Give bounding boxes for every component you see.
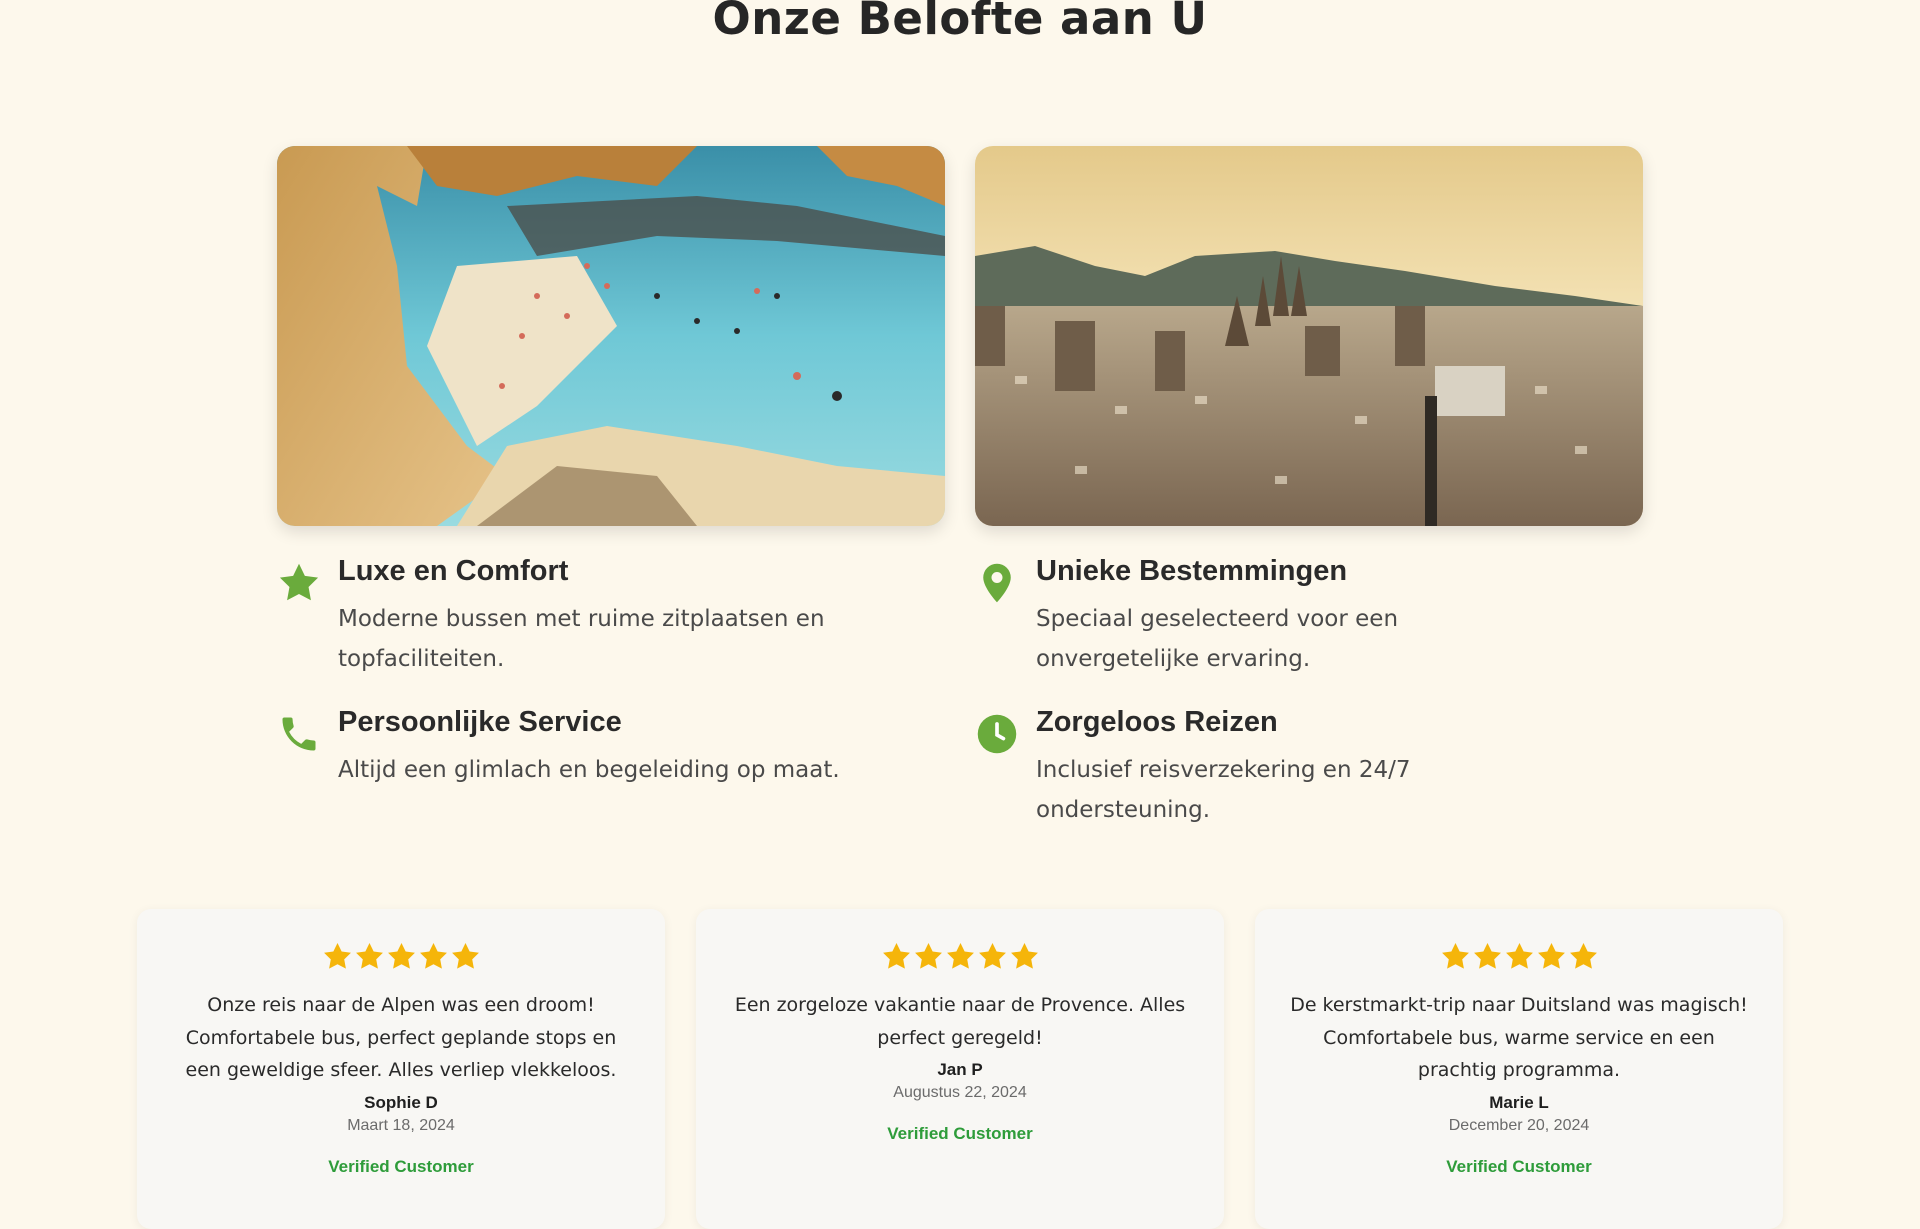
- phone-icon: [282, 717, 316, 751]
- review-text: Een zorgeloze vakantie naar de Provence.…: [734, 994, 1186, 1049]
- feature-title: Luxe en Comfort: [338, 555, 569, 587]
- star-icon: [1505, 942, 1533, 969]
- star-icon: [1569, 942, 1597, 969]
- star-icon: [355, 942, 383, 969]
- review-text: Onze reis naar de Alpen was een droom! C…: [185, 994, 617, 1081]
- reviewer-name: Marie L: [1489, 1092, 1549, 1112]
- star-icon: [419, 942, 447, 969]
- verified-badge: Verified Customer: [328, 1156, 474, 1176]
- review-card: De kerstmarkt-trip naar Duitsland was ma…: [1255, 909, 1783, 1229]
- star-icon: [914, 942, 942, 969]
- feature-description: Altijd een glimlach en begeleiding op ma…: [338, 757, 840, 783]
- reviewer-name: Jan P: [937, 1060, 983, 1079]
- review-text: De kerstmarkt-trip naar Duitsland was ma…: [1290, 994, 1748, 1081]
- star-rating: [1255, 941, 1783, 975]
- beach-cove-photo: [277, 146, 945, 526]
- map-pin-icon: [983, 563, 1011, 603]
- feature-title: Persoonlijke Service: [338, 706, 622, 738]
- verified-badge: Verified Customer: [887, 1124, 1033, 1143]
- star-rating: [696, 941, 1224, 975]
- review-card: Onze reis naar de Alpen was een droom! C…: [137, 909, 665, 1229]
- star-rating: [137, 941, 665, 975]
- review-date: Augustus 22, 2024: [893, 1084, 1027, 1101]
- star-icon: [323, 942, 351, 969]
- star-icon: [1537, 942, 1565, 969]
- section-title: Onze Belofte aan U: [712, 0, 1208, 45]
- review-card: Een zorgeloze vakantie naar de Provence.…: [696, 909, 1224, 1229]
- feature-description: Moderne bussen met ruime zitplaatsen en …: [338, 606, 825, 672]
- city-skyline-photo: [975, 146, 1643, 526]
- star-icon: [279, 563, 319, 601]
- star-icon: [1473, 942, 1501, 969]
- star-icon: [387, 942, 415, 969]
- star-icon: [978, 942, 1006, 969]
- feature-description: Inclusief reisverzekering en 24/7 onders…: [1036, 757, 1411, 823]
- star-icon: [1010, 942, 1038, 969]
- verified-badge: Verified Customer: [1446, 1156, 1592, 1176]
- review-date: December 20, 2024: [1448, 1116, 1590, 1134]
- reviewer-name: Sophie D: [364, 1092, 438, 1112]
- feature-description: Speciaal geselecteerd voor een onvergete…: [1036, 606, 1399, 672]
- star-icon: [946, 942, 974, 969]
- star-icon: [1441, 942, 1469, 969]
- star-icon: [451, 942, 479, 969]
- star-icon: [882, 942, 910, 969]
- clock-icon: [977, 714, 1017, 754]
- review-date: Maart 18, 2024: [347, 1116, 455, 1134]
- feature-title: Zorgeloos Reizen: [1036, 706, 1278, 738]
- feature-title: Unieke Bestemmingen: [1036, 555, 1348, 587]
